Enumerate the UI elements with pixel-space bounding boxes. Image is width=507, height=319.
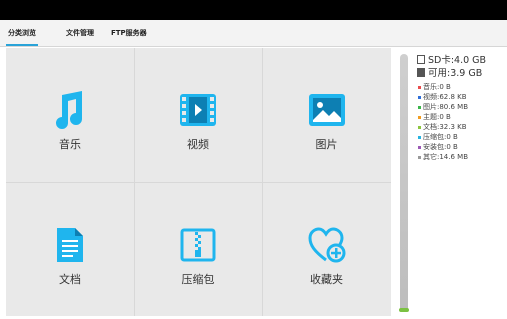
legend-label: 压缩包:0 B — [423, 133, 458, 141]
category-grid: 音乐 视频 图片 文档 压缩包 收藏夹 — [6, 48, 391, 316]
legend-color-swatch — [418, 85, 421, 89]
legend-color-swatch — [418, 155, 421, 159]
legend-color-swatch — [418, 105, 421, 109]
sd-card-icon — [417, 54, 425, 64]
tab-category-browse[interactable]: 分类浏览 — [6, 20, 38, 46]
storage-usage-bar — [400, 54, 408, 312]
status-bar — [0, 0, 507, 20]
image-icon — [307, 90, 347, 130]
category-image[interactable]: 图片 — [262, 90, 391, 152]
legend-color-swatch — [418, 135, 421, 139]
legend-label: 安装包:0 B — [423, 143, 458, 151]
category-label: 音乐 — [59, 138, 81, 151]
sd-available-icon — [417, 67, 425, 77]
zip-icon — [178, 225, 218, 265]
legend-color-swatch — [418, 115, 421, 119]
document-icon — [50, 225, 90, 265]
legend-label: 文档:32.3 KB — [423, 123, 467, 131]
music-note-icon — [50, 90, 90, 130]
tab-ftp-server[interactable]: FTP服务器 — [111, 20, 147, 46]
storage-legend-item: 视频:62.8 KB — [418, 92, 467, 102]
storage-legend-item: 安装包:0 B — [418, 142, 458, 152]
tab-file-manager[interactable]: 文件管理 — [66, 20, 94, 46]
heart-add-icon — [307, 225, 347, 265]
legend-label: 视频:62.8 KB — [423, 93, 467, 101]
storage-legend-item: 音乐:0 B — [418, 82, 451, 92]
storage-legend-item: 图片:80.6 MB — [418, 102, 468, 112]
storage-legend-item: 主题:0 B — [418, 112, 451, 122]
sd-card-available: 可用:3.9 GB — [417, 65, 482, 79]
legend-label: 其它:14.6 MB — [423, 153, 469, 161]
legend-color-swatch — [418, 95, 421, 99]
storage-legend-item: 压缩包:0 B — [418, 132, 458, 142]
category-label: 视频 — [187, 138, 209, 151]
category-label: 压缩包 — [181, 273, 215, 286]
category-video[interactable]: 视频 — [134, 90, 262, 152]
category-document[interactable]: 文档 — [6, 225, 134, 287]
film-icon — [178, 90, 218, 130]
storage-usage-indicator — [399, 308, 409, 312]
category-label: 文档 — [59, 273, 81, 286]
legend-color-swatch — [418, 145, 421, 149]
legend-color-swatch — [418, 125, 421, 129]
category-archive[interactable]: 压缩包 — [134, 225, 262, 287]
category-label: 收藏夹 — [310, 273, 343, 286]
category-favorites[interactable]: 收藏夹 — [262, 225, 391, 287]
storage-legend-item: 其它:14.6 MB — [418, 152, 468, 162]
category-label: 图片 — [315, 138, 338, 151]
legend-label: 图片:80.6 MB — [423, 103, 469, 111]
storage-legend-item: 文档:32.3 KB — [418, 122, 467, 132]
legend-label: 主题:0 B — [423, 113, 451, 121]
tab-bar: 分类浏览 文件管理 FTP服务器 — [0, 20, 507, 47]
legend-label: 音乐:0 B — [423, 83, 451, 91]
category-music[interactable]: 音乐 — [6, 90, 134, 152]
sd-card-total: SD卡:4.0 GB — [417, 52, 486, 66]
